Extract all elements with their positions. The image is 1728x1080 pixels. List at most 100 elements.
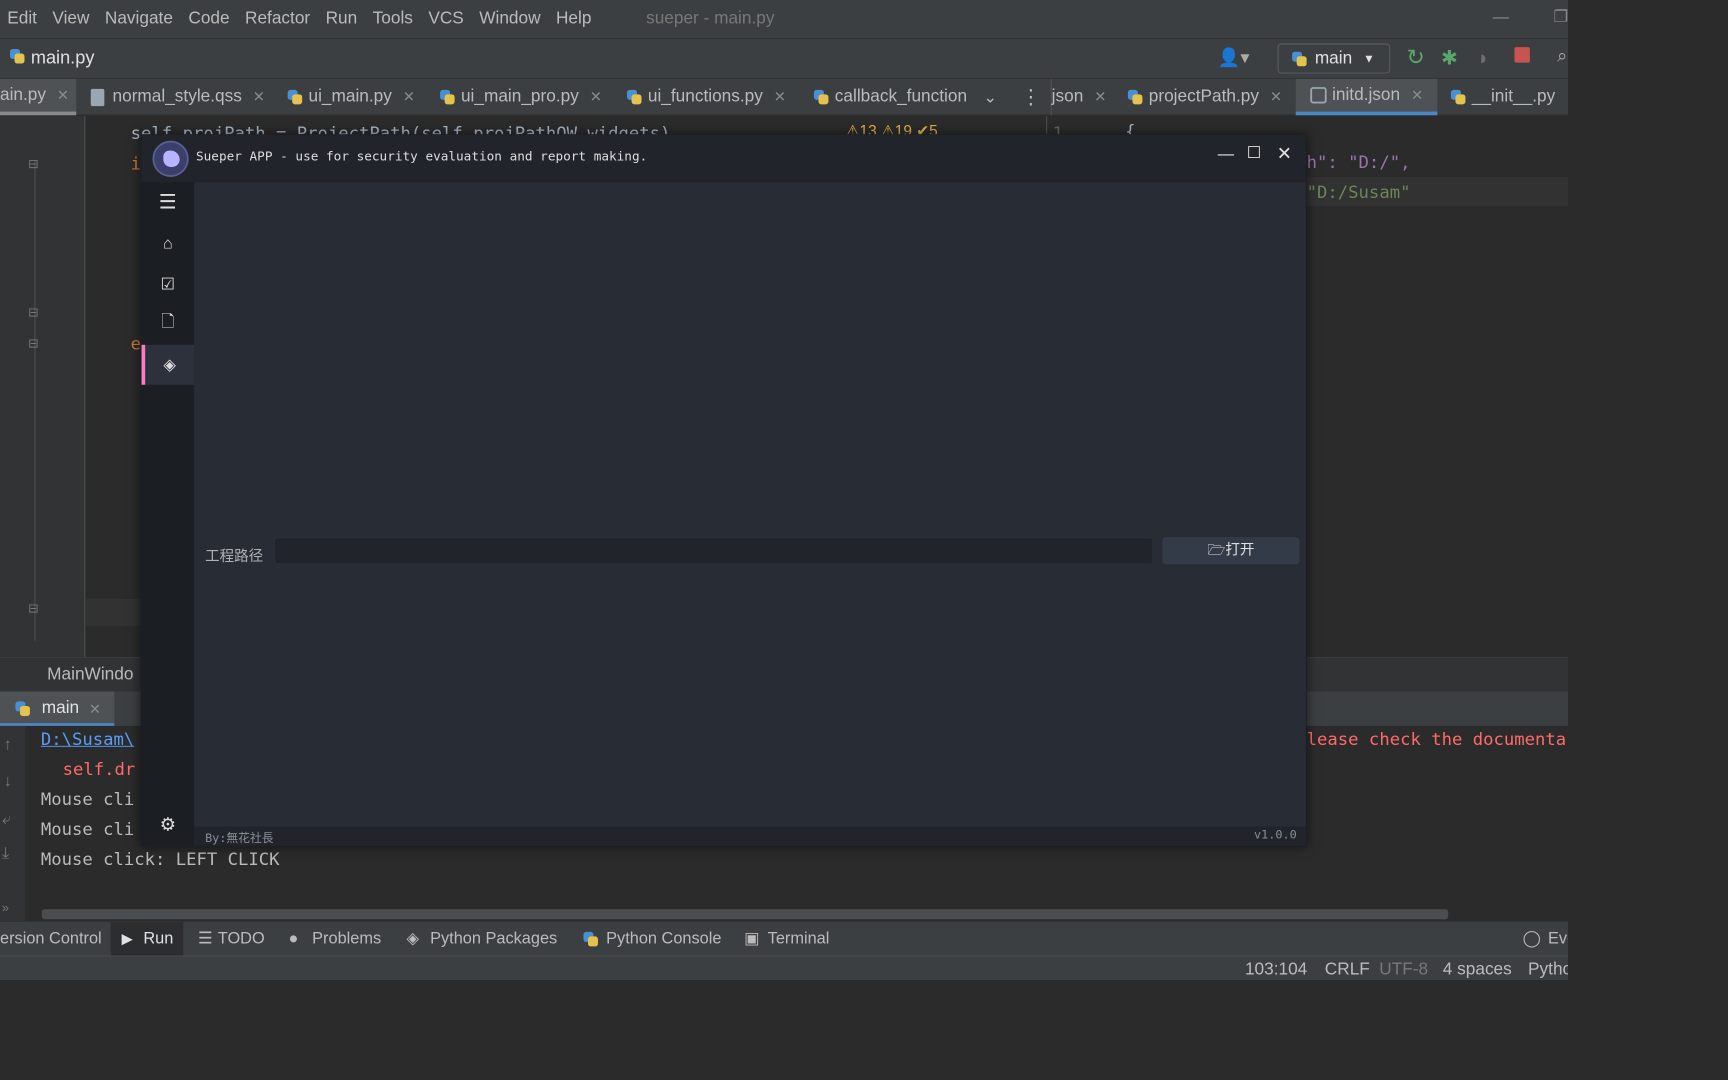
menu-refactor[interactable]: Refactor — [245, 9, 310, 29]
document-icon[interactable]: 🗋 — [142, 304, 195, 344]
line-separator[interactable]: CRLF — [1325, 960, 1370, 980]
tab-ui-functions-py[interactable]: ui_functions.py ✕ — [626, 79, 786, 115]
tool-terminal[interactable]: Terminal — [768, 929, 830, 948]
coverage-icon[interactable]: ◗ — [1477, 46, 1489, 70]
tool-todo[interactable]: TODO — [218, 929, 265, 948]
tool-python-packages[interactable]: Python Packages — [430, 929, 557, 948]
tool-python-console[interactable]: Python Console — [606, 929, 721, 948]
stop-icon[interactable] — [1514, 47, 1530, 63]
project-path-input[interactable] — [274, 537, 1154, 565]
open-button-label: 🗁打开 — [1207, 542, 1255, 559]
python-interpreter[interactable]: Pytho — [1528, 960, 1568, 980]
menu-view[interactable]: View — [52, 9, 89, 29]
restore-icon[interactable]: ❐ — [1553, 7, 1568, 26]
menu-tools[interactable]: Tools — [373, 9, 413, 29]
run-config-dropdown[interactable]: main ▼ — [1277, 43, 1391, 74]
fold-icon[interactable]: ⊟ — [28, 156, 39, 171]
close-icon[interactable]: ✕ — [1566, 88, 1568, 106]
open-folder-button[interactable]: 🗁打开 — [1162, 537, 1300, 565]
tool-window-bar: ersion Control ▶ Run ☰ TODO ● Problems ◈… — [0, 921, 1568, 957]
arrow-down-icon[interactable]: ↓ — [4, 771, 12, 790]
layers-icon[interactable]: ◈ — [141, 344, 195, 385]
fold-icon[interactable]: ⊟ — [28, 601, 39, 616]
close-icon[interactable]: ✕ — [253, 88, 265, 106]
console-link[interactable]: D:\Susam\ — [41, 730, 134, 750]
tab-callback-function[interactable]: callback_function ⌄ — [813, 79, 997, 115]
fold-icon[interactable]: ⊟ — [28, 305, 39, 320]
tab-label: projectPath.py — [1148, 87, 1259, 107]
tab-ui-main-py[interactable]: ui_main.py ✕ — [287, 79, 415, 115]
console-output-line: Mouse cli — [40, 819, 135, 840]
maximize-icon[interactable]: ☐ — [1247, 143, 1262, 162]
menu-help[interactable]: Help — [556, 9, 591, 29]
close-icon[interactable]: ✕ — [1094, 88, 1106, 106]
tool-version-control[interactable]: ersion Control — [0, 929, 102, 948]
gear-icon[interactable]: ⚙ — [142, 804, 195, 844]
minimize-icon[interactable]: — — [1218, 144, 1234, 163]
close-icon[interactable]: ✕ — [1277, 142, 1292, 165]
tab-label: ui_main.py — [308, 87, 392, 107]
tab-label: ain.py — [0, 85, 47, 105]
tool-run[interactable]: ▶ Run — [110, 921, 184, 957]
debug-bug-icon[interactable]: ✱ — [1441, 46, 1458, 70]
caret-position[interactable]: 103:104 — [1245, 960, 1307, 980]
menu-run[interactable]: Run — [326, 9, 358, 29]
code-line: h": "D:/", — [1306, 152, 1411, 173]
menu-window[interactable]: Window — [479, 9, 540, 29]
tab-init-py[interactable]: __init__.py ✕ — [1450, 79, 1568, 115]
python-file-icon — [287, 89, 303, 105]
horizontal-scrollbar[interactable] — [41, 909, 1449, 920]
search-icon[interactable]: ⌕ — [1557, 46, 1567, 67]
tool-problems[interactable]: Problems — [312, 929, 381, 948]
tab-normal-style-qss[interactable]: normal_style.qss ✕ — [90, 79, 265, 115]
more-icon[interactable]: » — [2, 900, 9, 915]
indent-setting[interactable]: 4 spaces — [1443, 960, 1512, 980]
tab-main-py[interactable]: ain.py ✕ — [0, 78, 77, 116]
close-icon[interactable]: ✕ — [1270, 88, 1282, 106]
python-file-icon — [583, 931, 599, 947]
user-icon[interactable]: 👤▾ — [1218, 46, 1250, 69]
run-tab-main[interactable]: main ✕ — [0, 691, 115, 726]
close-icon[interactable]: ✕ — [89, 701, 101, 719]
minimize-icon[interactable]: — — [1493, 7, 1509, 26]
tab-project-path-py[interactable]: projectPath.py ✕ — [1127, 79, 1282, 115]
window-title: sueper - main.py — [646, 9, 775, 29]
file-encoding[interactable]: UTF-8 — [1379, 960, 1428, 980]
nav-file-name[interactable]: main.py — [31, 48, 95, 69]
more-tabs-icon[interactable]: ⋮ — [1021, 79, 1041, 115]
close-icon[interactable]: ✕ — [774, 88, 786, 106]
menu-navigate[interactable]: Navigate — [105, 9, 173, 29]
menu-toggle-icon[interactable]: ☰ — [142, 182, 195, 222]
tab-initd-json[interactable]: initd.json ✕ — [1295, 78, 1438, 116]
event-log-icon[interactable]: ◯ — [1523, 929, 1541, 948]
play-icon: ▶ — [121, 931, 133, 948]
close-icon[interactable]: ✕ — [1411, 86, 1423, 104]
close-icon[interactable]: ✕ — [403, 88, 415, 106]
fold-icon[interactable]: ⊟ — [28, 336, 39, 351]
breadcrumb[interactable]: MainWindo — [47, 665, 133, 685]
close-icon[interactable]: ✕ — [590, 88, 602, 106]
arrow-up-icon[interactable]: ↑ — [4, 735, 12, 754]
close-icon[interactable]: ✕ — [57, 86, 69, 104]
console-error-line: self.dr — [62, 759, 136, 780]
python-file-icon — [439, 89, 455, 105]
tab-ui-main-pro-py[interactable]: ui_main_pro.py ✕ — [439, 79, 602, 115]
app-titlebar[interactable]: Sueper APP - use for security evaluation… — [141, 135, 1306, 183]
home-icon[interactable]: ⌂ — [142, 223, 195, 263]
rerun-icon[interactable]: ↻ — [1406, 44, 1424, 70]
scroll-to-end-icon[interactable]: ⤓ — [2, 844, 9, 863]
menu-edit[interactable]: Edit — [7, 9, 37, 29]
menu-vcs[interactable]: VCS — [428, 9, 463, 29]
footer-credit: By:無花社長 — [205, 832, 274, 846]
editor-gutter: ⊟ ⊟ ⊟ ⊟ — [0, 116, 86, 657]
code-line: e — [130, 333, 142, 354]
navigation-bar: main.py 👤▾ main ▼ ↻ ✱ ◗ ⌕ — [0, 38, 1568, 79]
tool-event-log[interactable]: Eve — [1548, 929, 1568, 948]
chevron-down-icon[interactable]: ⌄ — [983, 88, 997, 107]
checklist-icon[interactable]: ☑ — [142, 264, 195, 304]
tab-json[interactable]: json ✕ — [1050, 78, 1106, 116]
menu-code[interactable]: Code — [188, 9, 229, 29]
soft-wrap-icon[interactable]: ⤶ — [2, 809, 11, 828]
chevron-down-icon: ▼ — [1363, 51, 1375, 66]
python-file-icon — [1450, 89, 1466, 105]
